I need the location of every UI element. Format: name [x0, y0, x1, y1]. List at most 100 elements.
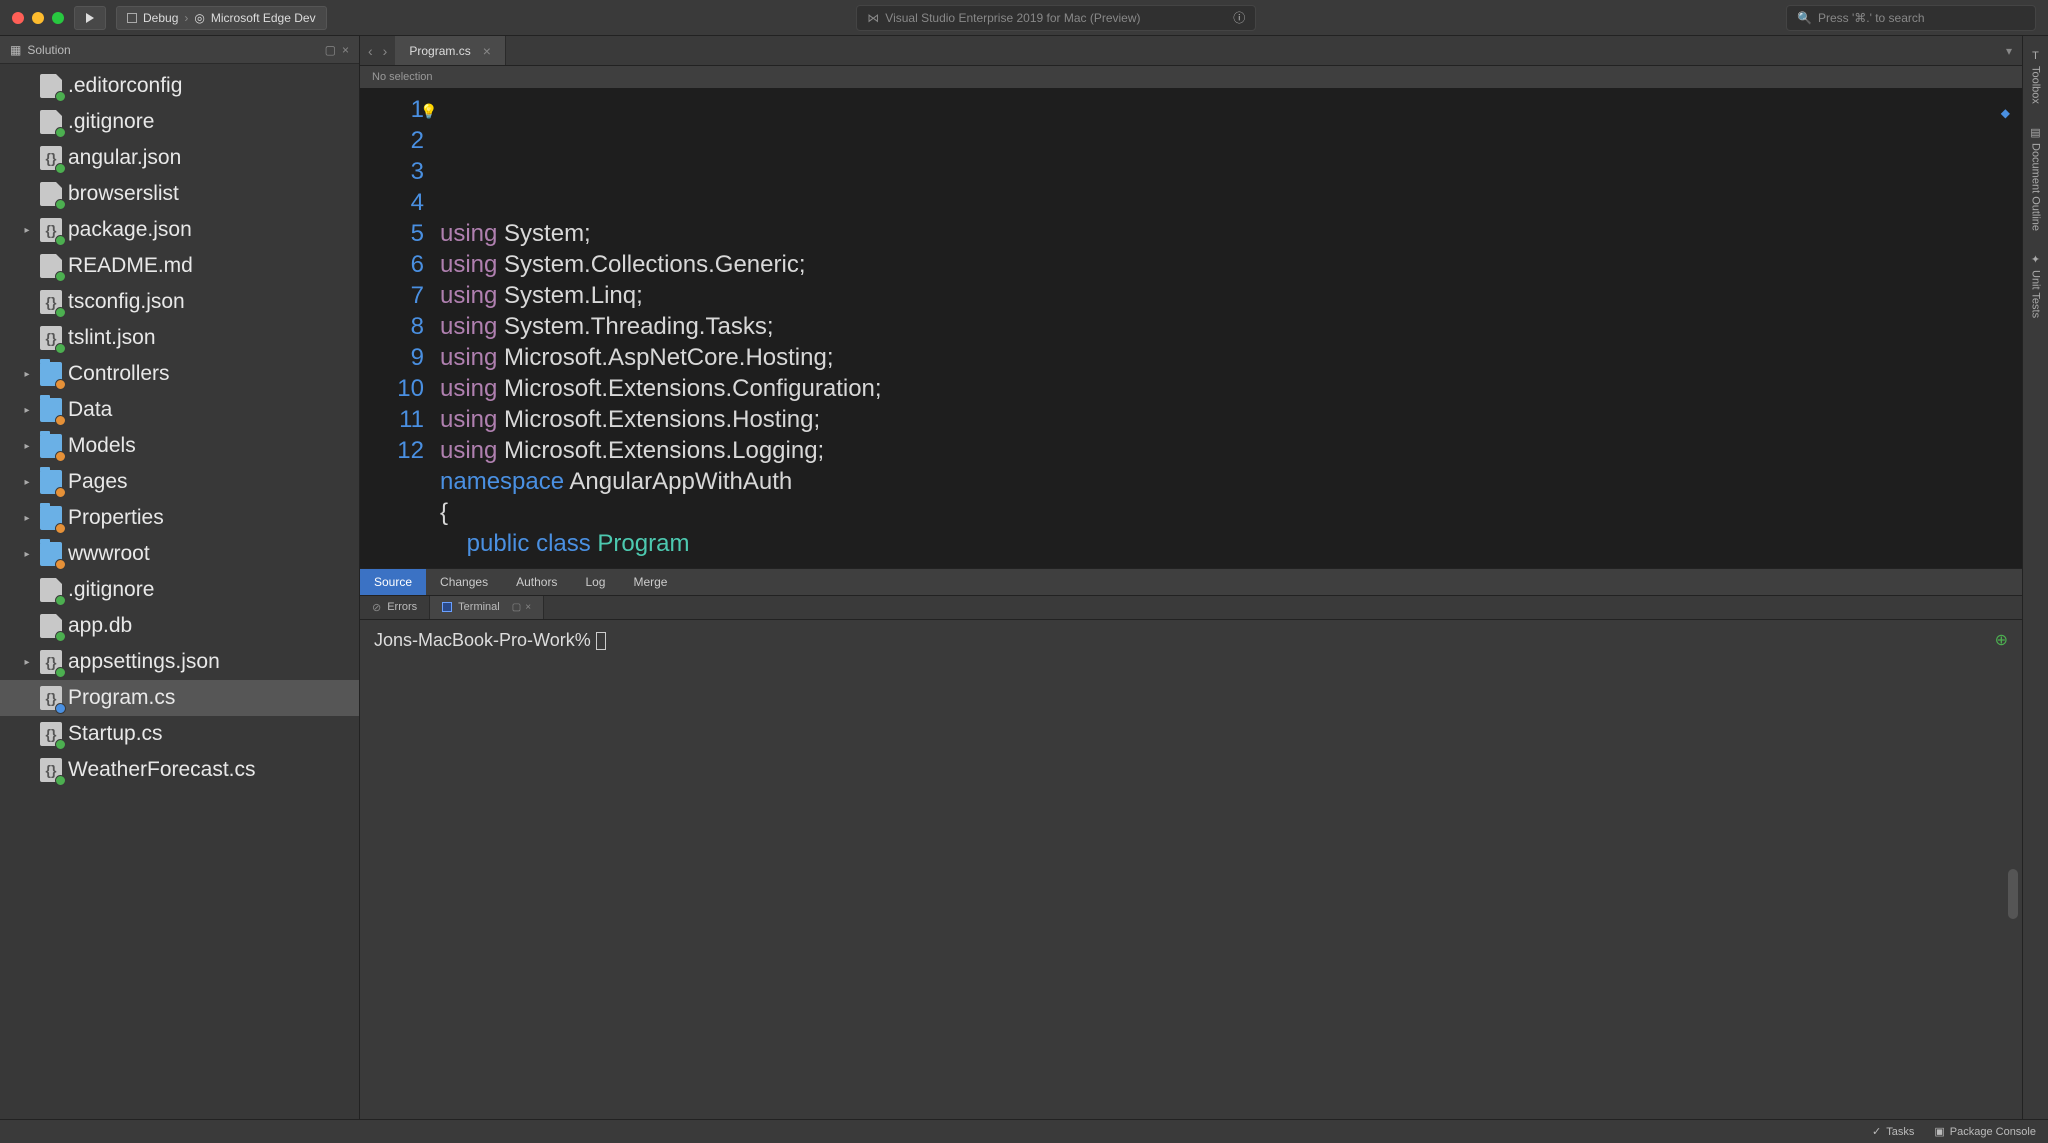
toolbox-icon: T [2032, 50, 2039, 62]
expand-chevron-icon[interactable]: ▸ [20, 369, 34, 380]
tree-item[interactable]: {}tsconfig.json [0, 284, 359, 320]
tree-item[interactable]: {}Startup.cs [0, 716, 359, 752]
lightbulb-icon[interactable]: 💡 [420, 96, 437, 127]
terminal-prompt: Jons-MacBook-Pro-Work% [374, 630, 596, 650]
tree-item[interactable]: ▸Data [0, 392, 359, 428]
errors-pad-tab[interactable]: ⊘ Errors [360, 596, 430, 619]
tree-item[interactable]: {}tslint.json [0, 320, 359, 356]
app-title-box[interactable]: ⋈ Visual Studio Enterprise 2019 for Mac … [856, 5, 1256, 31]
tree-item[interactable]: app.db [0, 608, 359, 644]
minimize-window-button[interactable] [32, 12, 44, 24]
expand-chevron-icon[interactable]: ▸ [20, 549, 34, 560]
tree-item[interactable]: {}WeatherForecast.cs [0, 752, 359, 788]
tasks-label: Tasks [1886, 1126, 1914, 1138]
tasks-status-button[interactable]: ✓ Tasks [1872, 1125, 1914, 1138]
folder-icon [40, 470, 62, 494]
terminal-pad-tab[interactable]: Terminal ▢ × [430, 596, 544, 619]
code-content[interactable]: 💡 ◆ using System;using System.Collection… [440, 88, 2022, 568]
json-icon: {} [40, 218, 62, 242]
solution-tree[interactable]: .editorconfig.gitignore{}angular.jsonbro… [0, 64, 359, 1119]
tree-item[interactable]: ▸{}appsettings.json [0, 644, 359, 680]
editor-tab-overflow[interactable]: ▾ [1996, 36, 2022, 65]
terminal-view[interactable]: Jons-MacBook-Pro-Work% ⊕ [360, 620, 2022, 1120]
expand-chevron-icon[interactable]: ▸ [20, 477, 34, 488]
code-line[interactable]: using System.Threading.Tasks; [440, 311, 2022, 342]
vs-icon: ⋈ [867, 11, 879, 25]
tree-item-label: app.db [68, 614, 132, 638]
tree-item[interactable]: ▸{}package.json [0, 212, 359, 248]
code-line[interactable]: public class Program [440, 528, 2022, 559]
app-title: Visual Studio Enterprise 2019 for Mac (P… [885, 11, 1140, 25]
editor-tab-program[interactable]: Program.cs × [395, 36, 506, 65]
line-number: 8 [366, 311, 424, 342]
tree-item[interactable]: {}angular.json [0, 140, 359, 176]
tree-item[interactable]: ▸wwwroot [0, 536, 359, 572]
tree-item[interactable]: {}Program.cs [0, 680, 359, 716]
close-pad-icon[interactable]: × [525, 602, 531, 613]
vcs-tab-merge[interactable]: Merge [619, 569, 681, 595]
tree-item[interactable]: .editorconfig [0, 68, 359, 104]
document-outline-pad-button[interactable]: ▤ Document Outline [2030, 120, 2042, 237]
file-icon [40, 110, 62, 134]
expand-chevron-icon[interactable]: ▸ [20, 405, 34, 416]
json-icon: {} [40, 650, 62, 674]
code-line[interactable]: using Microsoft.Extensions.Logging; [440, 435, 2022, 466]
code-line[interactable]: { [440, 497, 2022, 528]
editor-tab-label: Program.cs [409, 44, 470, 58]
vcs-status-badge [55, 343, 66, 354]
vcs-status-badge [55, 523, 66, 534]
code-line[interactable]: using System.Linq; [440, 280, 2022, 311]
code-line[interactable]: using System.Collections.Generic; [440, 249, 2022, 280]
vcs-tab-source[interactable]: Source [360, 569, 426, 595]
run-config-selector[interactable]: Debug › ◎ Microsoft Edge Dev [116, 6, 327, 30]
tree-item[interactable]: ▸Models [0, 428, 359, 464]
nav-forward-button[interactable]: › [383, 43, 388, 59]
vcs-tab-authors[interactable]: Authors [502, 569, 571, 595]
global-search-input[interactable]: 🔍 Press '⌘.' to search [1786, 5, 2036, 31]
tree-item[interactable]: ▸Pages [0, 464, 359, 500]
line-number: 6 [366, 249, 424, 280]
editor-breadcrumb[interactable]: No selection [360, 66, 2022, 88]
tree-item[interactable]: browserslist [0, 176, 359, 212]
expand-chevron-icon[interactable]: ▸ [20, 513, 34, 524]
code-line[interactable]: using Microsoft.Extensions.Configuration… [440, 373, 2022, 404]
tree-item[interactable]: ▸Controllers [0, 356, 359, 392]
tree-item[interactable]: README.md [0, 248, 359, 284]
code-line[interactable]: using System; [440, 218, 2022, 249]
code-line[interactable]: using Microsoft.Extensions.Hosting; [440, 404, 2022, 435]
close-tab-icon[interactable]: × [483, 43, 491, 59]
code-line[interactable]: namespace AngularAppWithAuth [440, 466, 2022, 497]
close-window-button[interactable] [12, 12, 24, 24]
package-console-button[interactable]: ▣ Package Console [1934, 1125, 2036, 1138]
tree-item[interactable]: .gitignore [0, 572, 359, 608]
detach-pad-icon[interactable]: ▢ [325, 43, 336, 57]
unit-tests-pad-button[interactable]: ✦ Unit Tests [2030, 247, 2042, 324]
toolbox-pad-button[interactable]: T Toolbox [2030, 44, 2042, 110]
vcs-tab-changes[interactable]: Changes [426, 569, 502, 595]
info-icon[interactable]: ⓘ [1233, 9, 1245, 26]
code-line[interactable]: using Microsoft.AspNetCore.Hosting; [440, 342, 2022, 373]
expand-chevron-icon[interactable]: ▸ [20, 657, 34, 668]
titlebar-center: ⋈ Visual Studio Enterprise 2019 for Mac … [337, 5, 1776, 31]
tree-item-label: angular.json [68, 146, 181, 170]
run-button[interactable] [74, 6, 106, 30]
terminal-scrollbar[interactable] [2008, 869, 2018, 919]
folder-icon [40, 362, 62, 386]
line-number: 4 [366, 187, 424, 218]
new-terminal-button[interactable]: ⊕ [1995, 630, 2008, 650]
solution-title: Solution [27, 43, 70, 57]
line-number: 7 [366, 280, 424, 311]
close-pad-icon[interactable]: × [342, 43, 349, 57]
line-number: 12 [366, 435, 424, 466]
tree-item[interactable]: .gitignore [0, 104, 359, 140]
tree-item[interactable]: ▸Properties [0, 500, 359, 536]
vcs-status-badge [55, 667, 66, 678]
code-editor[interactable]: 123456789101112 💡 ◆ using System;using S… [360, 88, 2022, 568]
expand-chevron-icon[interactable]: ▸ [20, 225, 34, 236]
expand-chevron-icon[interactable]: ▸ [20, 441, 34, 452]
zoom-window-button[interactable] [52, 12, 64, 24]
vcs-tab-log[interactable]: Log [571, 569, 619, 595]
nav-back-button[interactable]: ‹ [368, 43, 373, 59]
detach-pad-icon[interactable]: ▢ [512, 602, 521, 613]
titlebar: Debug › ◎ Microsoft Edge Dev ⋈ Visual St… [0, 0, 2048, 36]
